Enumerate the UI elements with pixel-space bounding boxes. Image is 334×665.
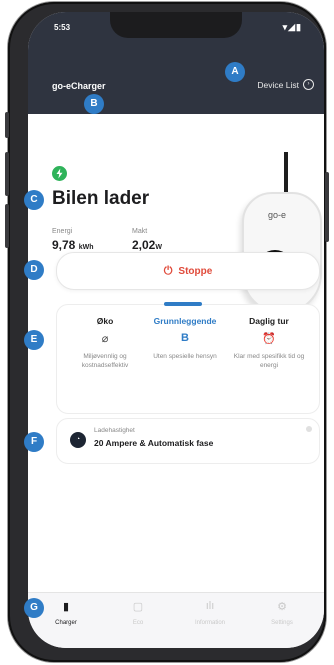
- phone-side-button: [5, 112, 9, 138]
- mode-eco[interactable]: Øko ⌀ Miljøvennlig og kostnadseffektiv: [60, 316, 150, 370]
- eco-icon: ▢: [132, 601, 144, 613]
- charging-speed-label: Ladehastighet: [94, 427, 135, 434]
- stop-button-label: Stoppe: [178, 265, 213, 277]
- marker-f: F: [24, 432, 44, 452]
- mode-basic[interactable]: Grunnleggende B Uten spesielle hensyn: [140, 316, 230, 361]
- power-icon: ⏻: [163, 264, 173, 277]
- mode-daily-trip[interactable]: Daglig tur ⏰ Klar med spesifikk tid og e…: [224, 316, 314, 370]
- phone-side-button: [5, 152, 9, 196]
- charging-speed-value: 20 Ampere & Automatisk fase: [94, 438, 214, 448]
- phone-side-button: [5, 204, 9, 248]
- mode-eco-description: Miljøvennlig og kostnadseffektiv: [81, 353, 129, 369]
- charging-status-heading: Bilen lader: [52, 188, 150, 209]
- mode-basic-title: Grunnleggende: [153, 316, 217, 326]
- selected-mode-indicator: [164, 302, 202, 306]
- marker-e: E: [24, 330, 44, 350]
- phone-side-button: [325, 172, 329, 242]
- device-list-label: Device List: [257, 79, 299, 90]
- device-list-button[interactable]: Device List ›: [257, 79, 314, 90]
- nav-settings-label: Settings: [271, 620, 293, 626]
- marker-a: A: [225, 62, 245, 82]
- nav-information[interactable]: ılı Information: [180, 600, 240, 626]
- bar-chart-icon: ılı: [205, 600, 215, 612]
- camera-notch: [110, 12, 242, 38]
- basic-mode-icon: B: [181, 332, 189, 344]
- power-value: 2,02: [132, 238, 156, 252]
- charging-bolt-icon: [52, 166, 67, 181]
- mode-basic-description: Uten spesielle hensyn: [153, 353, 217, 360]
- marker-c: C: [24, 190, 44, 210]
- energy-value: 9,78: [52, 238, 76, 252]
- nav-information-label: Information: [194, 620, 225, 626]
- charger-logo: go-e: [268, 210, 287, 220]
- info-dot-icon: [306, 426, 312, 432]
- chevron-right-icon: ›: [303, 79, 314, 90]
- mode-eco-title: Øko: [96, 316, 114, 326]
- energy-value-group: 9,78 kWh: [52, 238, 93, 252]
- nav-charger[interactable]: ▮ Charger: [36, 600, 96, 626]
- marker-g: G: [24, 598, 44, 618]
- nav-settings[interactable]: ⚙ Settings: [252, 600, 312, 626]
- nav-eco-label: Eco: [132, 620, 144, 626]
- marker-d: D: [24, 260, 44, 280]
- gear-icon: ⚙: [277, 601, 287, 613]
- nav-charger-label: Charger: [55, 620, 77, 626]
- marker-b: B: [84, 94, 104, 114]
- leaf-icon: ⌀: [101, 333, 109, 345]
- mode-daily-title: Daglig tur: [249, 316, 289, 326]
- stop-charging-button[interactable]: ⏻ Stoppe: [56, 252, 320, 290]
- app-screen: 5:53 ▾◢▮ go-eCharger Device List › Bilen…: [28, 12, 324, 648]
- speedometer-icon: ◔: [70, 432, 86, 448]
- status-time: 5:53: [54, 23, 71, 32]
- app-header: 5:53 ▾◢▮ go-eCharger Device List ›: [28, 12, 324, 114]
- app-title: go-eCharger: [52, 81, 106, 91]
- power-value-group: 2,02W: [132, 238, 162, 252]
- nav-eco[interactable]: ▢ Eco: [108, 600, 168, 626]
- power-label: Makt: [132, 228, 148, 235]
- mode-daily-description: Klar med spesifikk tid og energi: [233, 353, 305, 369]
- status-icons: ▾◢▮: [282, 22, 302, 32]
- power-unit: W: [155, 244, 162, 251]
- alarm-clock-icon: ⏰: [262, 333, 276, 345]
- energy-unit: kWh: [78, 244, 94, 251]
- energy-label: Energi: [52, 228, 73, 235]
- charger-icon: ▮: [62, 601, 70, 613]
